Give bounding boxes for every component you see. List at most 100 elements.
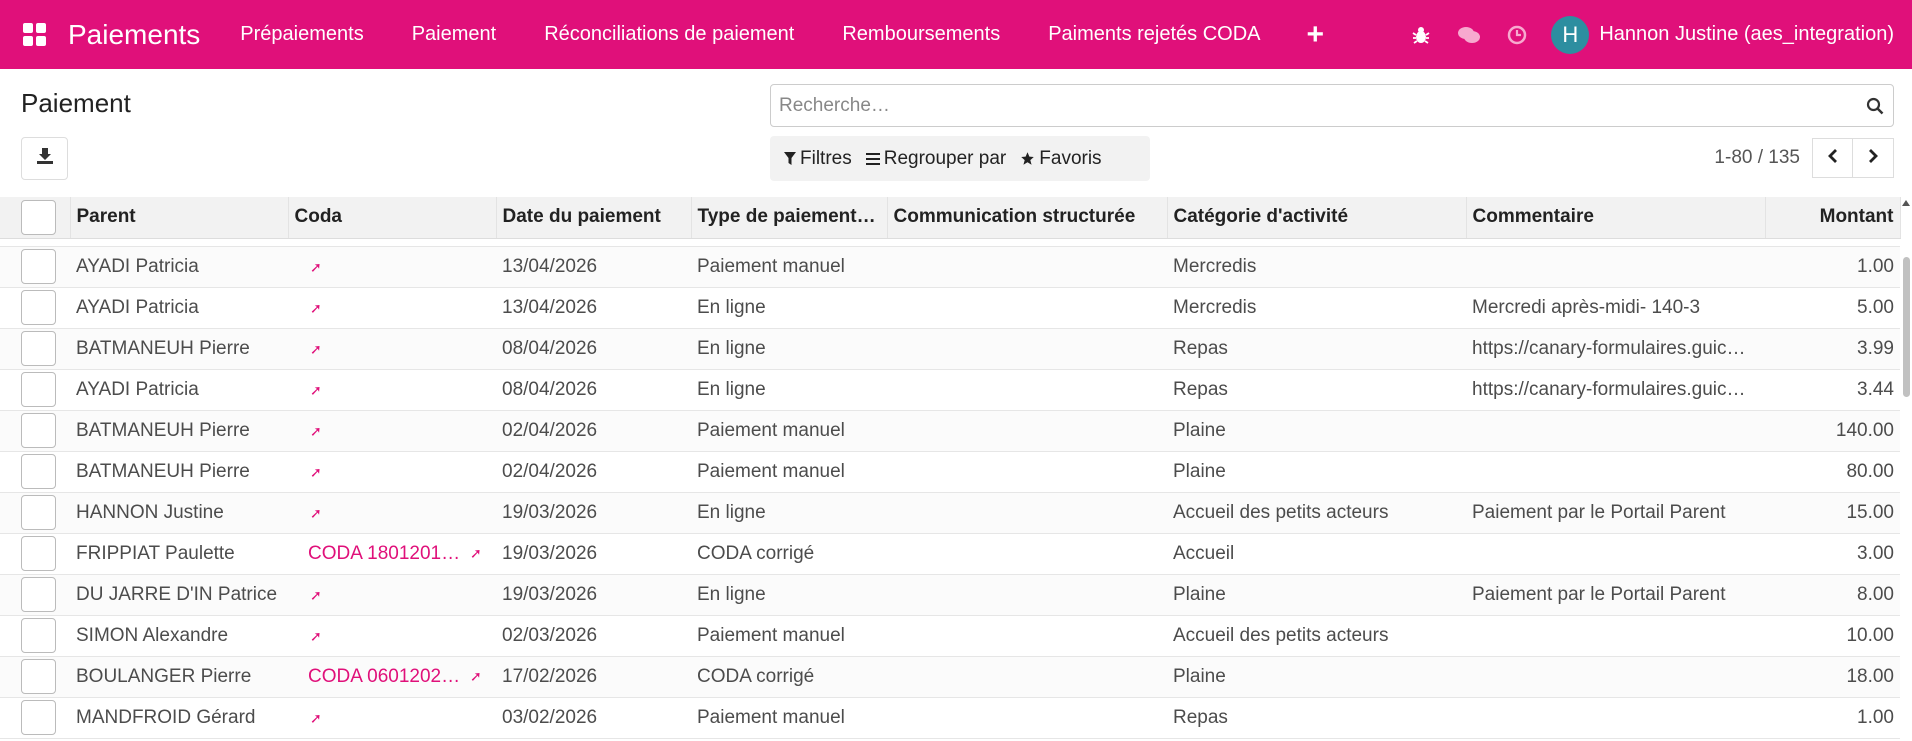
cell-parent: BATMANEUH Pierre xyxy=(70,410,288,452)
favorites-dropdown[interactable]: Favoris xyxy=(1020,147,1102,170)
external-link-arrow-icon[interactable]: ➚ xyxy=(310,382,322,399)
cell-amount: 18.00 xyxy=(1765,656,1900,698)
cell-amount: 1.00 xyxy=(1765,246,1900,288)
add-menu-button[interactable]: + xyxy=(1307,18,1325,52)
row-checkbox[interactable] xyxy=(21,536,56,571)
coda-link[interactable]: CODA 18012018… ➚ xyxy=(308,543,482,565)
column-header-comment[interactable]: Commentaire xyxy=(1466,197,1766,239)
row-checkbox[interactable] xyxy=(21,495,56,530)
group-by-dropdown[interactable]: Regrouper par xyxy=(865,148,1006,170)
external-link-arrow-icon[interactable]: ➚ xyxy=(310,587,322,604)
partial-row-cell xyxy=(0,238,1900,247)
coda-reference[interactable]: CODA 06012025… xyxy=(308,666,468,688)
external-link-arrow-icon[interactable]: ➚ xyxy=(310,628,322,645)
activity-clock-icon[interactable] xyxy=(1493,25,1541,45)
external-link-arrow-icon[interactable]: ➚ xyxy=(310,464,322,481)
scrollbar-thumb[interactable] xyxy=(1903,257,1910,397)
table-row[interactable]: BATMANEUH Pierre ➚ 08/04/2026 En ligne Repas… xyxy=(0,328,1900,370)
table-row[interactable]: AYADI Patricia ➚ 08/04/2026 En ligne Repas ht… xyxy=(0,369,1900,411)
coda-link[interactable]: CODA 06012025… ➚ xyxy=(308,666,482,688)
row-checkbox[interactable] xyxy=(21,454,56,489)
cell-category: Plaine xyxy=(1167,656,1466,698)
row-checkbox[interactable] xyxy=(21,700,56,735)
favorites-label: Favoris xyxy=(1039,147,1102,169)
table-row[interactable]: BOULANGER Pierre CODA 06012025… ➚ 17/02/202… xyxy=(0,656,1900,698)
cell-amount: 80.00 xyxy=(1765,451,1900,493)
navbar-systray: H Hannon Justine (aes_integration) xyxy=(1397,0,1912,69)
menu-item-remboursements[interactable]: Remboursements xyxy=(842,23,1000,46)
external-link-arrow-icon[interactable]: ➚ xyxy=(310,341,322,358)
table-row[interactable]: DU JARRE D'IN Patrice ➚ 19/03/2026 En ligne… xyxy=(0,574,1900,616)
coda-link[interactable]: ➚ xyxy=(308,710,322,727)
coda-link[interactable]: ➚ xyxy=(308,382,322,399)
table-row[interactable]: AYADI Patricia ➚ 13/04/2026 En ligne Mercred… xyxy=(0,287,1900,329)
table-row-partial xyxy=(0,238,1900,247)
search-icon[interactable] xyxy=(1857,97,1893,115)
coda-link[interactable]: ➚ xyxy=(308,341,322,358)
row-checkbox[interactable] xyxy=(21,577,56,612)
table-row[interactable]: MANDFROID Gérard ➚ 03/02/2026 Paiement manu… xyxy=(0,697,1900,739)
cell-coda: ➚ xyxy=(288,246,496,288)
cell-date: 13/04/2026 xyxy=(496,287,691,329)
column-header-amount[interactable]: Montant xyxy=(1765,197,1901,239)
user-name[interactable]: Hannon Justine (aes_integration) xyxy=(1599,23,1894,46)
external-link-arrow-icon[interactable]: ➚ xyxy=(310,710,322,727)
cell-type: Paiement manuel xyxy=(691,410,887,452)
cell-type: Paiement manuel xyxy=(691,615,887,657)
pager-value[interactable]: 1-80 / 135 xyxy=(1714,147,1800,169)
apps-menu-icon[interactable] xyxy=(0,0,68,69)
scroll-up-arrow-icon[interactable] xyxy=(1902,200,1910,206)
column-header-communication[interactable]: Communication structurée xyxy=(887,197,1168,239)
external-link-arrow-icon[interactable]: ➚ xyxy=(470,545,482,562)
external-link-arrow-icon[interactable]: ➚ xyxy=(310,423,322,440)
table-row[interactable]: FRIPPIAT Paulette CODA 18012018… ➚ 19/03/20… xyxy=(0,533,1900,575)
pager-previous-button[interactable] xyxy=(1812,138,1853,178)
pager-next-button[interactable] xyxy=(1853,138,1894,178)
debug-bug-icon[interactable] xyxy=(1397,25,1445,45)
menu-item-reconciliations[interactable]: Réconciliations de paiement xyxy=(544,23,794,46)
coda-link[interactable]: ➚ xyxy=(308,587,322,604)
cell-type: En ligne xyxy=(691,369,887,411)
coda-link[interactable]: ➚ xyxy=(308,464,322,481)
row-checkbox[interactable] xyxy=(21,413,56,448)
coda-link[interactable]: ➚ xyxy=(308,423,322,440)
row-checkbox[interactable] xyxy=(21,331,56,366)
menu-item-prepaiements[interactable]: Prépaiements xyxy=(240,23,363,46)
row-checkbox[interactable] xyxy=(21,290,56,325)
table-row[interactable]: SIMON Alexandre ➚ 02/03/2026 Paiement manue… xyxy=(0,615,1900,657)
select-all-checkbox[interactable] xyxy=(21,199,56,235)
cell-comment xyxy=(1466,615,1765,657)
row-checkbox[interactable] xyxy=(21,249,56,284)
row-checkbox[interactable] xyxy=(21,659,56,694)
user-avatar[interactable]: H xyxy=(1551,15,1590,54)
filters-dropdown[interactable]: Filtres xyxy=(784,148,852,170)
external-link-arrow-icon[interactable]: ➚ xyxy=(310,505,322,522)
coda-link[interactable]: ➚ xyxy=(308,259,322,276)
menu-item-paiements-rejetes-coda[interactable]: Paiments rejetés CODA xyxy=(1048,23,1260,46)
coda-reference[interactable]: CODA 18012018… xyxy=(308,543,468,565)
search-input[interactable] xyxy=(771,85,1857,126)
table-row[interactable]: BATMANEUH Pierre ➚ 02/04/2026 Paiement manu… xyxy=(0,451,1900,493)
external-link-arrow-icon[interactable]: ➚ xyxy=(470,668,482,685)
messages-chat-icon[interactable] xyxy=(1445,25,1493,45)
menu-item-paiement[interactable]: Paiement xyxy=(412,23,497,46)
column-header-parent[interactable]: Parent xyxy=(70,197,289,239)
coda-link[interactable]: ➚ xyxy=(308,628,322,645)
cell-comment xyxy=(1466,656,1765,698)
table-row[interactable]: HANNON Justine ➚ 19/03/2026 En ligne Accueil… xyxy=(0,492,1900,534)
external-link-arrow-icon[interactable]: ➚ xyxy=(310,300,322,317)
column-header-date[interactable]: Date du paiement xyxy=(496,197,692,239)
row-checkbox[interactable] xyxy=(21,372,56,407)
external-link-arrow-icon[interactable]: ➚ xyxy=(310,259,322,276)
table-row[interactable]: BATMANEUH Pierre ➚ 02/04/2026 Paiement manu… xyxy=(0,410,1900,452)
column-header-type[interactable]: Type de paiement… xyxy=(691,197,888,239)
list-scrollbar[interactable] xyxy=(1900,197,1912,741)
coda-link[interactable]: ➚ xyxy=(308,505,322,522)
column-header-coda[interactable]: Coda xyxy=(288,197,497,239)
coda-link[interactable]: ➚ xyxy=(308,300,322,317)
column-header-category[interactable]: Catégorie d'activité xyxy=(1167,197,1467,239)
row-checkbox[interactable] xyxy=(21,618,56,653)
export-download-button[interactable] xyxy=(21,137,68,180)
table-row[interactable]: AYADI Patricia ➚ 13/04/2026 Paiement manuel… xyxy=(0,246,1900,288)
app-title[interactable]: Paiements xyxy=(68,19,200,51)
